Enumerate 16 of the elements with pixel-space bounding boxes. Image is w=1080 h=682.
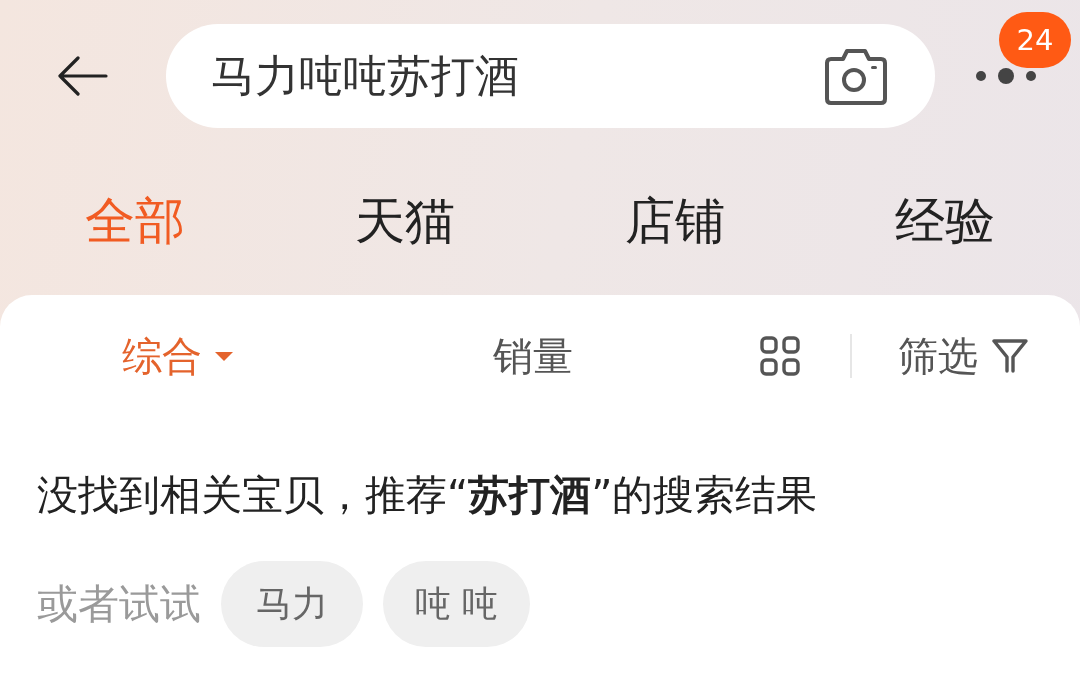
no-results-message: 没找到相关宝贝，推荐“苏打酒”的搜索结果 xyxy=(37,470,818,521)
filter-button[interactable]: 筛选 xyxy=(898,328,1028,384)
suggestion-label: 或者试试 xyxy=(37,578,201,630)
grid-view-icon[interactable] xyxy=(760,336,800,376)
search-field[interactable]: 马力吨吨苏打酒 xyxy=(166,24,935,128)
category-tab[interactable]: 天猫 xyxy=(349,184,461,259)
suggestion-chip[interactable]: 马力 xyxy=(221,561,363,647)
back-arrow-icon[interactable] xyxy=(56,56,108,96)
sort-option[interactable]: 销量 xyxy=(486,324,579,388)
suggestion-chip[interactable]: 吨 吨 xyxy=(383,561,531,647)
category-tab[interactable]: 经验 xyxy=(889,184,1001,259)
more-dots-icon[interactable] xyxy=(975,66,1037,86)
camera-icon[interactable] xyxy=(823,46,889,106)
funnel-icon xyxy=(992,338,1028,374)
category-tab[interactable]: 店铺 xyxy=(619,184,731,259)
notification-badge: 24 xyxy=(999,12,1071,68)
